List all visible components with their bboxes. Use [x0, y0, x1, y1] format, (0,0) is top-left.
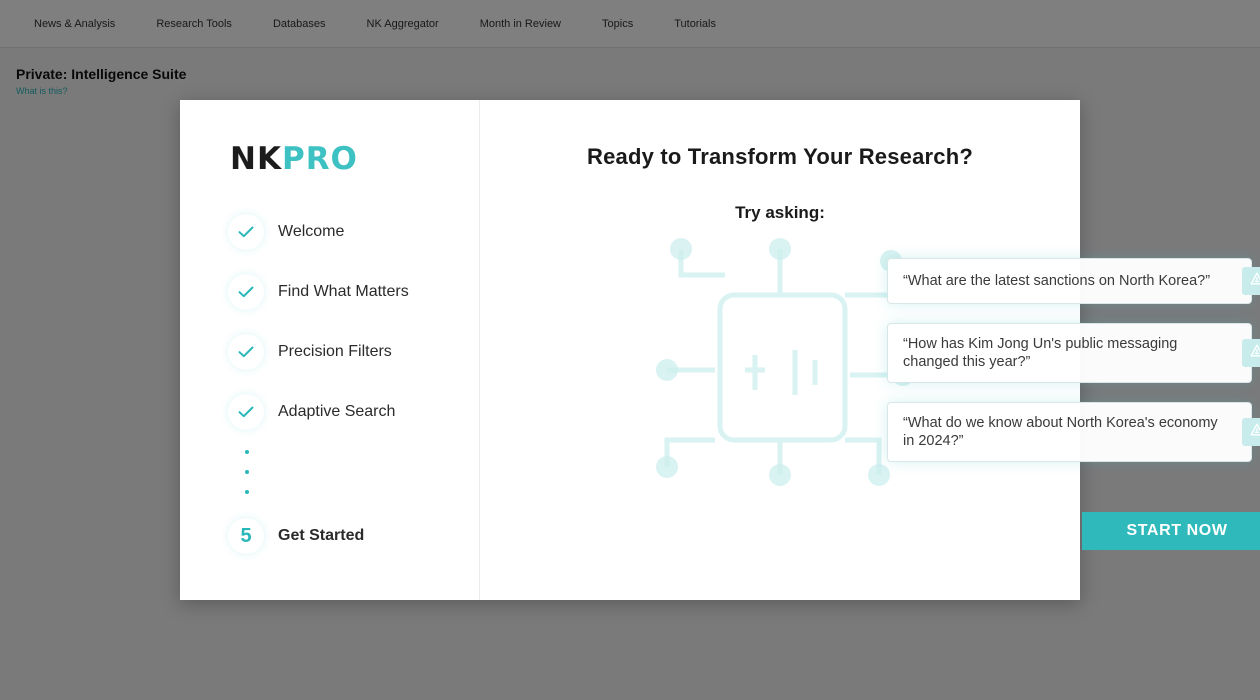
triangle-alert-icon [1250, 344, 1260, 362]
modal-heading: Ready to Transform Your Research? [586, 144, 973, 169]
step-label: Get Started [278, 527, 365, 544]
triangle-alert-icon [1250, 272, 1260, 290]
progress-dot [245, 450, 249, 454]
step-label: Adaptive Search [278, 403, 396, 420]
checkmark-icon [228, 274, 264, 310]
step-precision-filters[interactable]: Precision Filters [228, 334, 392, 370]
suggested-query[interactable]: “What do we know about North Korea's eco… [887, 402, 1260, 462]
steps-panel: NKPRO Welcome Find What Matters Precisio… [180, 100, 480, 600]
step-label: Precision Filters [278, 343, 392, 360]
query-action-button[interactable] [1242, 339, 1260, 367]
triangle-alert-icon [1250, 423, 1260, 441]
step-welcome[interactable]: Welcome [228, 214, 344, 250]
suggested-query[interactable]: “What are the latest sanctions on North … [887, 258, 1260, 304]
start-now-button[interactable]: START NOW [1082, 512, 1260, 550]
query-text: “What are the latest sanctions on North … [903, 273, 1211, 289]
query-action-button[interactable] [1242, 267, 1260, 295]
progress-dot [245, 470, 249, 474]
onboarding-modal: NKPRO Welcome Find What Matters Precisio… [180, 100, 1260, 600]
query-text: “What do we know about North Korea's eco… [903, 415, 1218, 449]
checkmark-icon [228, 334, 264, 370]
step-label: Welcome [278, 223, 345, 240]
step-label: Find What Matters [278, 283, 409, 300]
checkmark-icon [228, 214, 264, 250]
query-action-button[interactable] [1242, 418, 1260, 446]
suggested-query[interactable]: “How has Kim Jong Un's public messaging … [887, 323, 1260, 383]
step-adaptive-search[interactable]: Adaptive Search [228, 394, 395, 430]
network-illustration-icon [656, 238, 914, 486]
try-asking-label: Try asking: [735, 203, 825, 222]
step-number: 5 [228, 518, 264, 554]
content-panel: Ready to Transform Your Research? Try as… [480, 100, 1260, 600]
progress-dot [245, 490, 249, 494]
nkpro-logo: NKPRO [230, 141, 358, 177]
checkmark-icon [228, 394, 264, 430]
step-get-started[interactable]: 5 Get Started [228, 518, 364, 554]
step-find-what-matters[interactable]: Find What Matters [228, 274, 409, 310]
query-text: “How has Kim Jong Un's public messaging … [903, 336, 1178, 370]
